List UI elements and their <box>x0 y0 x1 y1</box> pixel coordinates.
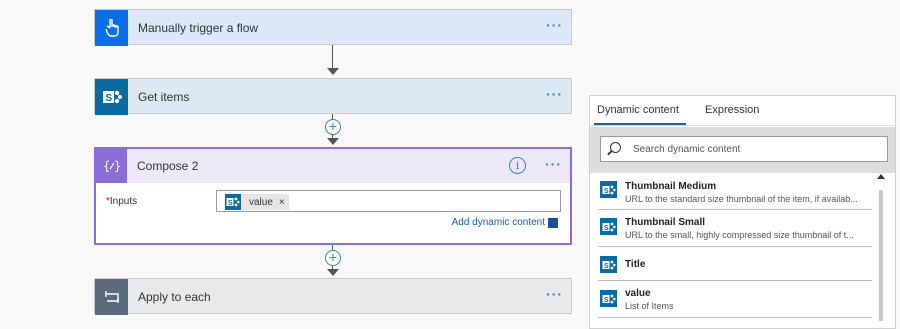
apply-to-each-card[interactable]: Apply to each ··· <box>94 278 572 315</box>
connector-line <box>332 45 333 70</box>
search-placeholder: Search dynamic content <box>633 144 741 155</box>
get-items-card[interactable]: S Get items ··· <box>94 78 572 115</box>
add-step-button[interactable]: + <box>325 250 341 266</box>
search-area: Search dynamic content <box>590 127 895 173</box>
list-item[interactable]: S value List of Items <box>598 282 872 318</box>
compose-more-button[interactable]: ··· <box>545 157 562 171</box>
compose-title: Compose 2 <box>137 159 199 173</box>
scrollbar-thumb[interactable] <box>879 190 883 321</box>
scroll-up-icon[interactable] <box>877 174 885 179</box>
search-input[interactable]: Search dynamic content <box>600 136 888 162</box>
inputs-label-text: Inputs <box>109 196 138 207</box>
item-title: Thumbnail Medium <box>625 181 717 192</box>
item-title: Title <box>625 259 646 270</box>
inputs-label: *Inputs <box>106 196 137 207</box>
sharepoint-icon: S <box>225 194 241 210</box>
loop-icon <box>95 279 128 315</box>
item-description: URL to the standard size thumbnail of th… <box>625 194 858 204</box>
add-step-button[interactable]: + <box>325 119 341 135</box>
active-tab-indicator <box>594 123 686 125</box>
tab-dynamic-content[interactable]: Dynamic content <box>597 104 679 116</box>
list-item[interactable]: S Thumbnail Medium URL to the standard s… <box>598 174 872 210</box>
svg-text:{: { <box>103 159 110 173</box>
svg-text:S: S <box>604 188 609 195</box>
svg-text:S: S <box>604 297 609 304</box>
trigger-card[interactable]: Manually trigger a flow ··· <box>94 9 572 46</box>
trigger-title: Manually trigger a flow <box>138 21 259 35</box>
hand-pointer-icon <box>95 10 128 46</box>
sharepoint-icon: S <box>600 218 617 235</box>
list-item[interactable]: S Thumbnail Small URL to the small, high… <box>598 211 872 247</box>
sharepoint-icon: S <box>95 79 128 115</box>
arrow-down-icon <box>327 269 339 276</box>
item-title: value <box>625 288 651 299</box>
panel-tabs: Dynamic content Expression <box>590 96 895 126</box>
svg-text:S: S <box>604 225 609 232</box>
arrow-down-icon <box>327 138 339 145</box>
apply-more-button[interactable]: ··· <box>546 287 563 301</box>
token-remove-button[interactable]: × <box>279 197 285 208</box>
dynamic-content-toggle-icon[interactable] <box>548 218 558 228</box>
apply-to-each-title: Apply to each <box>138 290 211 304</box>
value-token[interactable]: S value × <box>225 194 289 210</box>
arrow-down-icon <box>327 68 339 75</box>
item-title: Thumbnail Small <box>625 217 706 228</box>
svg-text:S: S <box>105 93 112 104</box>
compose-card[interactable]: {} Compose 2 i ··· *Inputs S value × Add… <box>94 147 572 245</box>
sharepoint-icon: S <box>600 181 617 198</box>
info-icon[interactable]: i <box>509 157 526 174</box>
get-items-title: Get items <box>138 90 190 104</box>
list-item[interactable]: S Title <box>598 248 872 281</box>
svg-text:S: S <box>228 200 233 207</box>
curly-braces-icon: {} <box>96 149 127 183</box>
sharepoint-icon: S <box>600 290 617 307</box>
dynamic-content-panel: Dynamic content Expression Search dynami… <box>589 95 896 329</box>
svg-text:S: S <box>604 263 609 270</box>
trigger-more-button[interactable]: ··· <box>546 18 563 32</box>
dynamic-content-list: S Thumbnail Medium URL to the standard s… <box>590 174 895 329</box>
item-description: List of Items <box>625 301 674 311</box>
sharepoint-icon: S <box>600 256 617 273</box>
item-description: URL to the small, highly compressed size… <box>625 230 854 240</box>
token-label: value <box>249 196 273 208</box>
search-icon <box>610 142 621 153</box>
tab-expression[interactable]: Expression <box>705 104 759 116</box>
svg-text:}: } <box>114 159 121 173</box>
add-dynamic-content-link[interactable]: Add dynamic content <box>452 217 545 228</box>
inputs-field[interactable]: S value × <box>216 190 561 212</box>
get-items-more-button[interactable]: ··· <box>546 87 563 101</box>
